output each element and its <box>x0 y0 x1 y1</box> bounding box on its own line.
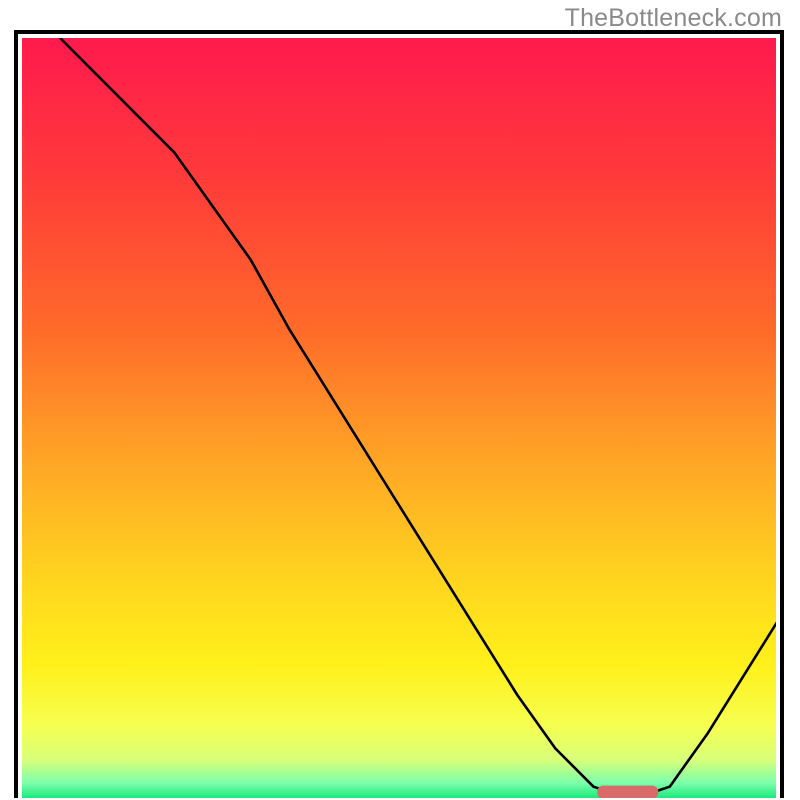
chart-frame <box>14 30 784 798</box>
watermark-text: TheBottleneck.com <box>565 4 782 33</box>
bottleneck-chart <box>22 38 776 798</box>
gradient-background <box>22 38 776 798</box>
plot-area <box>22 38 776 798</box>
optimal-marker <box>597 786 658 798</box>
